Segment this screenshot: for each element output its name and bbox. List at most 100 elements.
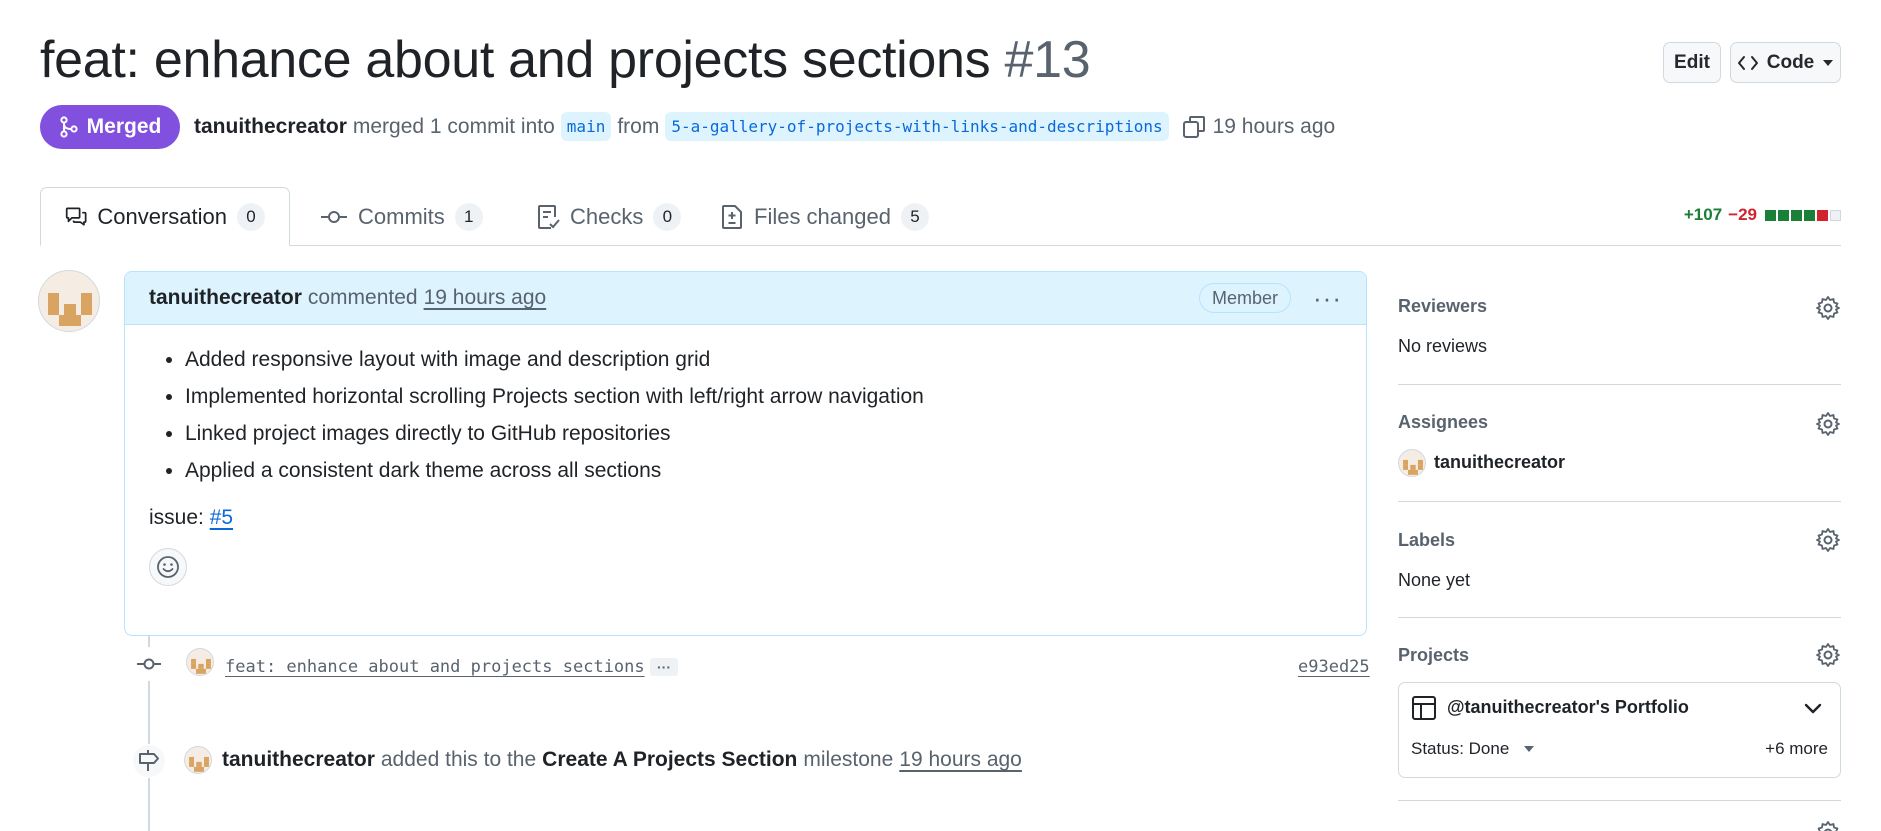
tab-files-changed[interactable]: Files changed 5 [696, 187, 953, 246]
comment-body: Added responsive layout with image and d… [125, 325, 1366, 586]
projects-section: Projects [1398, 645, 1841, 666]
checklist-icon [538, 204, 560, 229]
tab-checks[interactable]: Checks 0 [512, 187, 705, 246]
project-status-dropdown[interactable]: Status: Done [1411, 739, 1535, 759]
project-more-link[interactable]: +6 more [1765, 739, 1828, 759]
diffstat-deletions: −29 [1728, 205, 1757, 224]
list-item: Linked project images directly to GitHub… [185, 421, 1342, 447]
tab-commits-count: 1 [454, 202, 483, 231]
tab-commits[interactable]: Commits 1 [296, 187, 507, 246]
diffstat-block [1791, 209, 1802, 221]
merge-time: 19 hours ago [1212, 114, 1336, 138]
sidebar-divider [1398, 501, 1841, 502]
comment-box: tanuithecreator commented 19 hours ago M… [124, 271, 1367, 636]
labels-title[interactable]: Labels [1398, 530, 1841, 551]
diffstat-block [1804, 209, 1815, 221]
commit-message-link[interactable]: feat: enhance about and projects section… [225, 657, 645, 677]
pr-title: feat: enhance about and projects section… [40, 30, 1091, 90]
sidebar-divider [1398, 800, 1841, 801]
code-icon [1737, 55, 1758, 70]
milestone-event-icon [132, 744, 166, 778]
reviewers-gear-icon[interactable] [1815, 295, 1841, 321]
assignee-link[interactable]: tanuithecreator [1434, 452, 1565, 473]
milestone-author-avatar[interactable] [184, 746, 212, 774]
commit-expand-button[interactable]: ··· [650, 658, 678, 676]
merged-text: merged 1 commit into [352, 114, 555, 138]
project-card: @tanuithecreator's Portfolio Status: Don… [1398, 682, 1841, 778]
milestone-event: tanuithecreator added this to the Create… [222, 748, 1022, 772]
chevron-down-icon[interactable] [1804, 703, 1822, 715]
diffstat-bar [1763, 209, 1841, 221]
milestone-name-link[interactable]: Create A Projects Section [542, 748, 797, 772]
list-item: Applied a consistent dark theme across a… [185, 458, 1342, 484]
list-item: Added responsive layout with image and d… [185, 347, 1342, 373]
code-button[interactable]: Code [1730, 42, 1841, 83]
identicon [48, 293, 92, 326]
tab-conversation-label: Conversation [97, 203, 227, 229]
tab-conversation-count: 0 [237, 202, 265, 231]
file-diff-icon [722, 204, 742, 229]
comment-time-link[interactable]: 19 hours ago [424, 286, 547, 310]
head-branch[interactable]: 5-a-gallery-of-projects-with-links-and-d… [665, 112, 1169, 141]
projects-gear-icon[interactable] [1815, 642, 1841, 668]
merged-label: Merged [86, 115, 162, 138]
assignee-avatar[interactable] [1398, 449, 1426, 477]
copy-icon[interactable] [1181, 114, 1207, 140]
caret-down-icon [1524, 746, 1535, 752]
smiley-icon [157, 556, 179, 578]
tab-commits-label: Commits [358, 203, 445, 229]
reviewers-value: No reviews [1398, 336, 1488, 356]
comment-action: commented [307, 286, 418, 309]
caret-down-icon [1823, 59, 1834, 66]
comment-header: tanuithecreator commented 19 hours ago M… [125, 272, 1366, 325]
reviewers-title[interactable]: Reviewers [1398, 296, 1841, 317]
base-branch[interactable]: main [560, 112, 612, 141]
project-status-label: Status: Done [1411, 739, 1510, 758]
milestone-icon [139, 750, 159, 771]
diffstat-block [1765, 209, 1776, 221]
next-section-gear-icon[interactable] [1815, 820, 1841, 831]
tab-checks-label: Checks [570, 203, 644, 229]
code-button-label: Code [1766, 51, 1815, 73]
milestone-time-link[interactable]: 19 hours ago [899, 748, 1022, 772]
assignees-section: Assignees [1398, 412, 1841, 433]
issue-link[interactable]: #5 [210, 506, 233, 529]
identicon [191, 658, 211, 674]
kebab-menu-icon[interactable]: ··· [1313, 285, 1342, 311]
commit-author-avatar[interactable] [186, 648, 214, 676]
assignees-title[interactable]: Assignees [1398, 412, 1841, 433]
commit-sha-link[interactable]: e93ed25 [1298, 657, 1370, 677]
issue-reference: issue: #5 [149, 506, 1342, 530]
comment-author-avatar[interactable] [38, 270, 100, 332]
member-badge: Member [1199, 283, 1292, 313]
comment-discussion-icon [65, 207, 87, 226]
edit-button-label: Edit [1674, 51, 1710, 73]
add-reaction-button[interactable] [149, 548, 187, 586]
diffstat-block [1778, 209, 1789, 221]
milestone-word: milestone [803, 748, 894, 771]
assignees-gear-icon[interactable] [1815, 411, 1841, 437]
tab-conversation[interactable]: Conversation 0 [40, 187, 290, 246]
sidebar-divider [1398, 617, 1841, 618]
labels-section: Labels [1398, 530, 1841, 551]
table-icon [1412, 696, 1436, 720]
projects-title[interactable]: Projects [1398, 645, 1841, 666]
comment-author-link[interactable]: tanuithecreator [149, 286, 302, 310]
project-name-link[interactable]: @tanuithecreator's Portfolio [1447, 697, 1689, 718]
diffstat-block [1830, 209, 1841, 221]
reviewers-section: Reviewers [1398, 296, 1841, 317]
milestone-author-link[interactable]: tanuithecreator [222, 748, 375, 772]
pr-title-text: feat: enhance about and projects section… [40, 31, 991, 89]
issue-label: issue: [149, 506, 204, 529]
tab-checks-count: 0 [653, 202, 682, 231]
commit-event-icon [132, 647, 166, 681]
comment-bullet-list: Added responsive layout with image and d… [149, 347, 1342, 484]
milestone-text: added this to the [380, 748, 537, 771]
git-commit-icon [137, 658, 161, 670]
diffstat: +107 −29 [1684, 205, 1841, 225]
git-merge-icon [60, 116, 78, 138]
sidebar-divider [1398, 384, 1841, 385]
labels-gear-icon[interactable] [1815, 527, 1841, 553]
merge-author-link[interactable]: tanuithecreator [194, 115, 347, 139]
edit-button[interactable]: Edit [1663, 42, 1721, 83]
